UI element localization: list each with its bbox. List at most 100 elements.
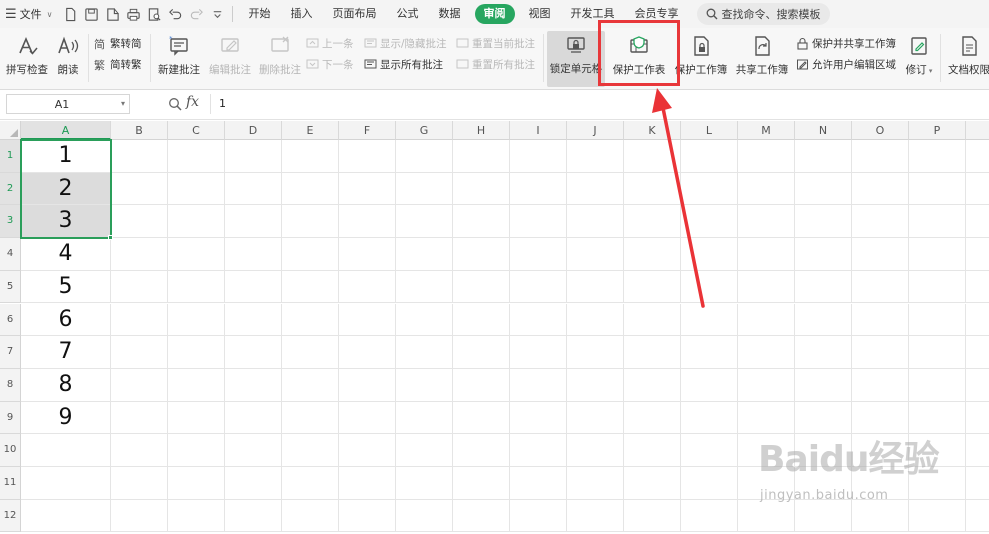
- cell-i2[interactable]: [510, 172, 567, 206]
- tab-home[interactable]: 开始: [239, 4, 281, 24]
- cell-o10[interactable]: [852, 434, 909, 467]
- cell-p7[interactable]: [909, 336, 966, 369]
- cell-j8[interactable]: [567, 368, 624, 402]
- cell-p5[interactable]: [909, 270, 966, 304]
- cell-j5[interactable]: [567, 270, 624, 304]
- column-header-f[interactable]: F: [339, 121, 396, 140]
- cell-o1[interactable]: [852, 140, 909, 173]
- column-header-m[interactable]: M: [738, 121, 795, 140]
- cell-q4[interactable]: [966, 238, 989, 271]
- tab-data[interactable]: 数据: [429, 4, 471, 24]
- tab-insert[interactable]: 插入: [281, 4, 323, 24]
- cell-e12[interactable]: [282, 499, 339, 533]
- cell-d5[interactable]: [225, 270, 282, 304]
- cell-q3[interactable]: [966, 205, 989, 239]
- cell-j1[interactable]: [567, 140, 624, 173]
- cell-g3[interactable]: [396, 205, 453, 239]
- cell-k5[interactable]: [624, 270, 681, 304]
- cell-o8[interactable]: [852, 368, 909, 402]
- cell-f4[interactable]: [339, 238, 396, 271]
- cell-g9[interactable]: [396, 401, 453, 435]
- cell-q10[interactable]: [966, 434, 989, 467]
- cell-b12[interactable]: [111, 499, 168, 533]
- cell-f3[interactable]: [339, 205, 396, 239]
- cell-c4[interactable]: [168, 238, 225, 271]
- track-changes-button[interactable]: 修订 ▾: [902, 32, 936, 77]
- cell-e7[interactable]: [282, 336, 339, 369]
- cell-o3[interactable]: [852, 205, 909, 239]
- cell-p3[interactable]: [909, 205, 966, 239]
- cell-e9[interactable]: [282, 401, 339, 435]
- cell-o7[interactable]: [852, 336, 909, 369]
- formula-input[interactable]: 1: [210, 94, 985, 114]
- cell-n8[interactable]: [795, 368, 852, 402]
- protect-sheet-button[interactable]: 保护工作表: [608, 32, 670, 77]
- export-pdf-icon[interactable]: [103, 4, 123, 24]
- cell-h10[interactable]: [453, 434, 510, 467]
- row-header-5[interactable]: 5: [0, 270, 21, 304]
- cell-l12[interactable]: [681, 499, 738, 533]
- cell-f8[interactable]: [339, 368, 396, 402]
- cell-f6[interactable]: [339, 303, 396, 337]
- cell-l7[interactable]: [681, 336, 738, 369]
- cell-i6[interactable]: [510, 303, 567, 337]
- cell-b9[interactable]: [111, 401, 168, 435]
- cell-h3[interactable]: [453, 205, 510, 239]
- cell-c9[interactable]: [168, 401, 225, 435]
- cell-b5[interactable]: [111, 270, 168, 304]
- show-all-comments-button[interactable]: 显示所有批注: [364, 55, 443, 73]
- read-aloud-button[interactable]: 朗读: [52, 32, 84, 77]
- doc-permissions-button[interactable]: 文档权限: [946, 32, 989, 77]
- cell-b3[interactable]: [111, 205, 168, 239]
- zoom-icon[interactable]: [168, 97, 182, 111]
- cell-l2[interactable]: [681, 172, 738, 206]
- cell-d12[interactable]: [225, 499, 282, 533]
- column-header-o[interactable]: O: [852, 121, 909, 140]
- cell-j7[interactable]: [567, 336, 624, 369]
- cell-o9[interactable]: [852, 401, 909, 435]
- cell-q2[interactable]: [966, 173, 989, 206]
- cell-e5[interactable]: [282, 270, 339, 304]
- cell-f10[interactable]: [339, 434, 396, 467]
- trad-to-simp-button[interactable]: 简 繁转简: [94, 34, 142, 52]
- simp-to-trad-button[interactable]: 繁 简转繁: [94, 55, 142, 73]
- tab-developer[interactable]: 开发工具: [561, 4, 625, 24]
- cell-h8[interactable]: [453, 368, 510, 402]
- cell-m8[interactable]: [738, 368, 795, 402]
- cell-l11[interactable]: [681, 467, 738, 500]
- cell-c12[interactable]: [168, 499, 225, 533]
- cell-l4[interactable]: [681, 238, 738, 271]
- cell-l8[interactable]: [681, 368, 738, 402]
- column-header-g[interactable]: G: [396, 121, 453, 140]
- cell-m5[interactable]: [738, 270, 795, 304]
- cell-j11[interactable]: [567, 467, 624, 500]
- cell-g6[interactable]: [396, 303, 453, 337]
- reset-all-comments-button[interactable]: 重置所有批注: [456, 55, 535, 73]
- cell-n9[interactable]: [795, 401, 852, 435]
- column-header-e[interactable]: E: [282, 121, 339, 140]
- cell-c6[interactable]: [168, 303, 225, 337]
- fill-handle[interactable]: [108, 235, 113, 241]
- cell-o2[interactable]: [852, 172, 909, 206]
- cell-e3[interactable]: [282, 205, 339, 239]
- cell-o5[interactable]: [852, 270, 909, 304]
- cell-g10[interactable]: [396, 434, 453, 467]
- cell-h4[interactable]: [453, 238, 510, 271]
- cell-m1[interactable]: [738, 140, 795, 173]
- cell-b8[interactable]: [111, 368, 168, 402]
- cell-d6[interactable]: [225, 303, 282, 337]
- cell-b1[interactable]: [111, 140, 168, 173]
- column-header-k[interactable]: K: [624, 121, 681, 140]
- cell-d3[interactable]: [225, 205, 282, 239]
- cell-c5[interactable]: [168, 270, 225, 304]
- cell-c8[interactable]: [168, 368, 225, 402]
- cell-i11[interactable]: [510, 467, 567, 500]
- cell-p6[interactable]: [909, 303, 966, 337]
- cell-m7[interactable]: [738, 336, 795, 369]
- cell-p4[interactable]: [909, 238, 966, 271]
- command-search[interactable]: 查找命令、搜索模板: [696, 3, 830, 25]
- undo-icon[interactable]: [166, 4, 186, 24]
- cell-c10[interactable]: [168, 434, 225, 467]
- cell-m3[interactable]: [738, 205, 795, 239]
- cell-f2[interactable]: [339, 172, 396, 206]
